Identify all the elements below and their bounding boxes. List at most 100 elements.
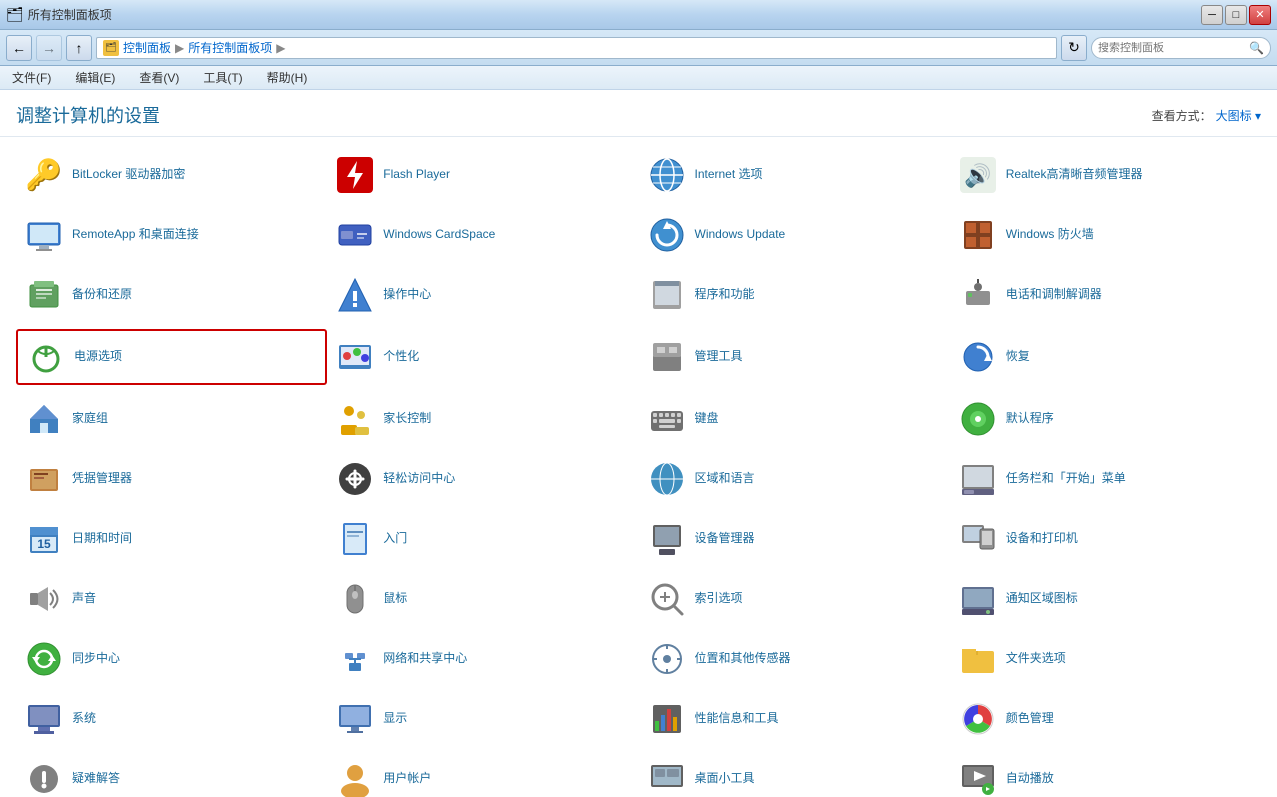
icon-item-devices[interactable]: 设备和打印机 — [950, 513, 1261, 565]
power-label: 电源选项 — [74, 349, 122, 365]
icon-item-indexing[interactable]: 索引选项 — [639, 573, 950, 625]
svg-text:15: 15 — [37, 537, 51, 551]
icon-item-region[interactable]: 区域和语言 — [639, 453, 950, 505]
icon-item-parental[interactable]: 家长控制 — [327, 393, 638, 445]
firewall-icon — [958, 215, 998, 255]
icon-item-gadgets[interactable]: 桌面小工具 — [639, 753, 950, 797]
icon-item-power[interactable]: 电源选项 — [16, 329, 327, 385]
action-label: 操作中心 — [383, 287, 431, 303]
path-segment-1[interactable]: 控制面板 — [123, 39, 171, 56]
icon-item-autoplay[interactable]: 自动播放 — [950, 753, 1261, 797]
icon-item-location[interactable]: 位置和其他传感器 — [639, 633, 950, 685]
path-folder-icon: 🗂 — [103, 40, 119, 56]
icon-item-getstarted[interactable]: 入门 — [327, 513, 638, 565]
synccenter-icon — [24, 639, 64, 679]
modem-label: 电话和调制解调器 — [1006, 287, 1102, 303]
datetime-icon: 15 — [24, 519, 64, 559]
address-bar: ← → ↑ 🗂 控制面板 ▶ 所有控制面板项 ▶ ↻ 🔍 — [0, 30, 1277, 66]
search-box[interactable]: 🔍 — [1091, 37, 1271, 59]
icon-item-sound[interactable]: 声音 — [16, 573, 327, 625]
icon-item-system[interactable]: 系统 — [16, 693, 327, 745]
icon-item-action[interactable]: 操作中心 — [327, 269, 638, 321]
icon-item-programs[interactable]: 程序和功能 — [639, 269, 950, 321]
folder-icon — [958, 639, 998, 679]
keyboard-icon — [647, 399, 687, 439]
icon-item-modem[interactable]: 电话和调制解调器 — [950, 269, 1261, 321]
menu-tools[interactable]: 工具(T) — [199, 67, 246, 88]
realtek-icon: 🔊 — [958, 155, 998, 195]
flash-label: Flash Player — [383, 167, 450, 183]
icon-item-keyboard[interactable]: 键盘 — [639, 393, 950, 445]
icon-item-homegroup[interactable]: 家庭组 — [16, 393, 327, 445]
up-button[interactable]: ↑ — [66, 35, 92, 61]
autoplay-icon — [958, 759, 998, 797]
sound-label: 声音 — [72, 591, 96, 607]
icon-item-devmgr[interactable]: 设备管理器 — [639, 513, 950, 565]
icon-item-synccenter[interactable]: 同步中心 — [16, 633, 327, 685]
backup-label: 备份和还原 — [72, 287, 132, 303]
icon-item-personalize[interactable]: 个性化 — [327, 329, 638, 385]
icon-item-realtek[interactable]: 🔊Realtek高清晰音频管理器 — [950, 149, 1261, 201]
icon-item-defaults[interactable]: 默认程序 — [950, 393, 1261, 445]
title-bar-title: 所有控制面板项 — [28, 6, 112, 23]
perfinfo-label: 性能信息和工具 — [695, 711, 779, 727]
icon-item-color[interactable]: 颜色管理 — [950, 693, 1261, 745]
mgmttools-icon — [647, 337, 687, 377]
perfinfo-icon — [647, 699, 687, 739]
display-icon — [335, 699, 375, 739]
keyboard-label: 键盘 — [695, 411, 719, 427]
parental-label: 家长控制 — [383, 411, 431, 427]
path-separator-1: ▶ — [175, 41, 184, 55]
icon-item-taskbar[interactable]: 任务栏和「开始」菜单 — [950, 453, 1261, 505]
icon-item-useraccount[interactable]: 用户帐户 — [327, 753, 638, 797]
network-label: 网络和共享中心 — [383, 651, 467, 667]
icon-item-display[interactable]: 显示 — [327, 693, 638, 745]
icon-item-winupdate[interactable]: Windows Update — [639, 209, 950, 261]
icon-item-mouse[interactable]: 鼠标 — [327, 573, 638, 625]
address-path[interactable]: 🗂 控制面板 ▶ 所有控制面板项 ▶ — [96, 37, 1057, 59]
main-content: 调整计算机的设置 查看方式： 大图标 ▾ 🔑BitLocker 驱动器加密Fla… — [0, 90, 1277, 797]
gadgets-label: 桌面小工具 — [695, 771, 755, 787]
menu-view[interactable]: 查看(V) — [135, 67, 183, 88]
view-mode-selector[interactable]: 大图标 ▾ — [1216, 107, 1261, 124]
refresh-button[interactable]: ↻ — [1061, 35, 1087, 61]
search-icon[interactable]: 🔍 — [1249, 41, 1264, 55]
icon-item-folder[interactable]: 文件夹选项 — [950, 633, 1261, 685]
icon-item-notifyicons[interactable]: 通知区域图标 — [950, 573, 1261, 625]
indexing-label: 索引选项 — [695, 591, 743, 607]
icon-item-firewall[interactable]: Windows 防火墙 — [950, 209, 1261, 261]
remoteapp-label: RemoteApp 和桌面连接 — [72, 227, 199, 243]
menu-file[interactable]: 文件(F) — [8, 67, 55, 88]
icon-item-internet[interactable]: Internet 选项 — [639, 149, 950, 201]
minimize-button[interactable]: ─ — [1201, 5, 1223, 25]
icon-item-datetime[interactable]: 15日期和时间 — [16, 513, 327, 565]
menu-edit[interactable]: 编辑(E) — [71, 67, 119, 88]
forward-button[interactable]: → — [36, 35, 62, 61]
back-button[interactable]: ← — [6, 35, 32, 61]
color-icon — [958, 699, 998, 739]
internet-icon — [647, 155, 687, 195]
easycenter-icon — [335, 459, 375, 499]
autoplay-label: 自动播放 — [1006, 771, 1054, 787]
icon-item-bitlocker[interactable]: 🔑BitLocker 驱动器加密 — [16, 149, 327, 201]
close-button[interactable]: ✕ — [1249, 5, 1271, 25]
icon-item-easycenter[interactable]: 轻松访问中心 — [327, 453, 638, 505]
path-segment-2[interactable]: 所有控制面板项 — [188, 39, 272, 56]
search-input[interactable] — [1098, 42, 1249, 54]
icon-item-troubleshoot[interactable]: 疑难解答 — [16, 753, 327, 797]
icon-item-recovery[interactable]: 恢复 — [950, 329, 1261, 385]
winupdate-icon — [647, 215, 687, 255]
icon-item-network[interactable]: 网络和共享中心 — [327, 633, 638, 685]
icon-item-backup[interactable]: 备份和还原 — [16, 269, 327, 321]
icon-item-mgmttools[interactable]: 管理工具 — [639, 329, 950, 385]
icon-item-flash[interactable]: Flash Player — [327, 149, 638, 201]
icon-item-perfinfo[interactable]: 性能信息和工具 — [639, 693, 950, 745]
icon-item-cardspace[interactable]: Windows CardSpace — [327, 209, 638, 261]
icon-item-remoteapp[interactable]: RemoteApp 和桌面连接 — [16, 209, 327, 261]
maximize-button[interactable]: □ — [1225, 5, 1247, 25]
useraccount-label: 用户帐户 — [383, 771, 431, 787]
bitlocker-icon: 🔑 — [24, 155, 64, 195]
menu-help[interactable]: 帮助(H) — [263, 67, 312, 88]
defaults-label: 默认程序 — [1006, 411, 1054, 427]
icon-item-credential[interactable]: 凭据管理器 — [16, 453, 327, 505]
